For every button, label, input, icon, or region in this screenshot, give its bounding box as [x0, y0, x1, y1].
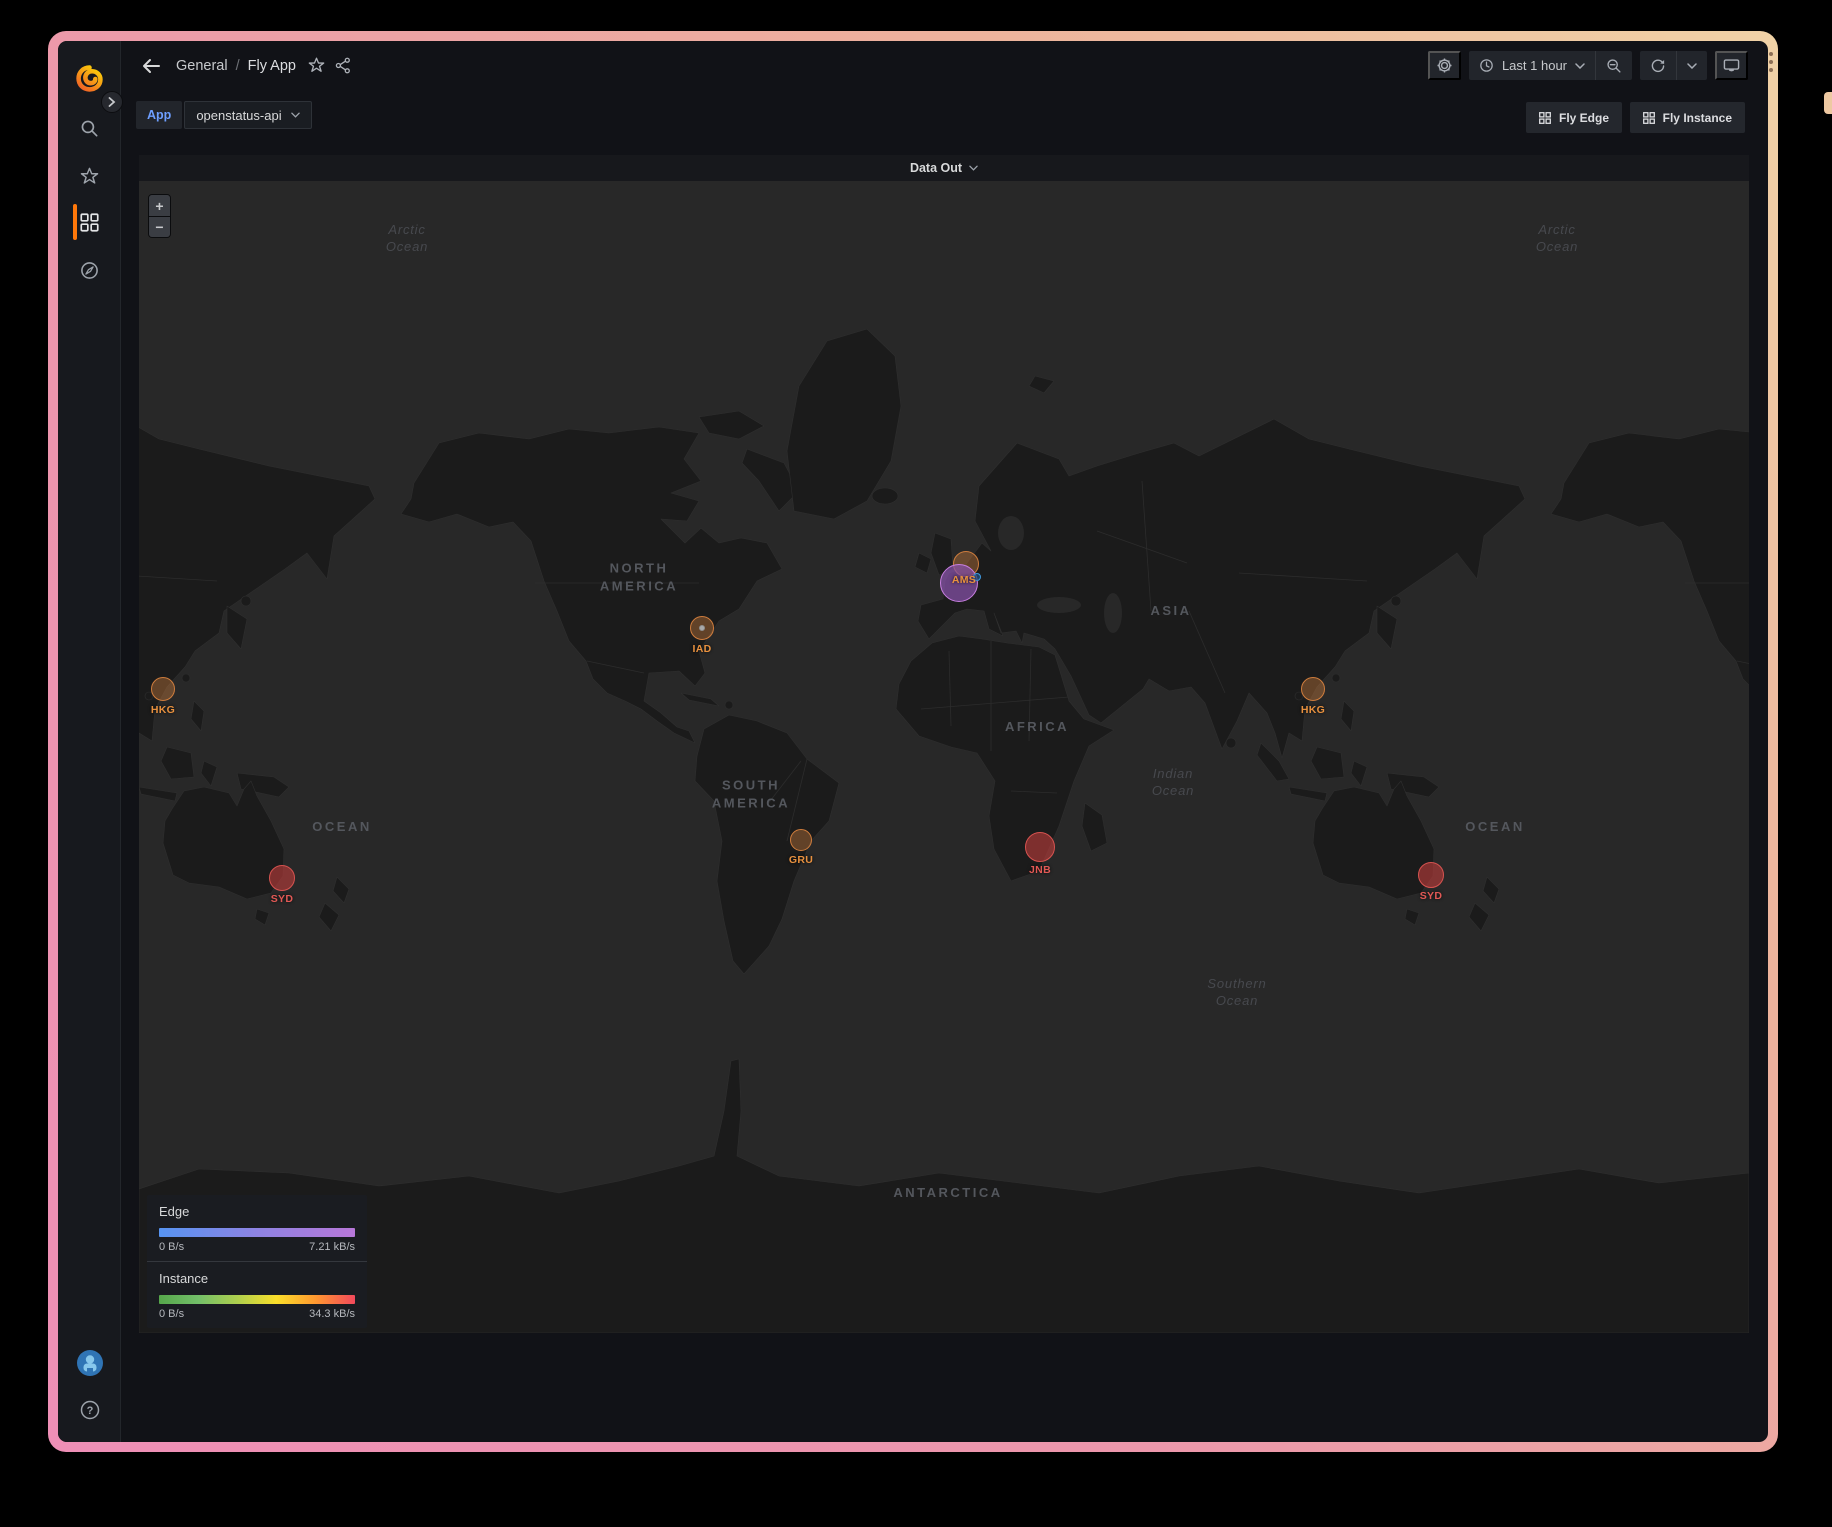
tv-mode-button[interactable]	[1715, 51, 1748, 80]
sidebar-item-starred[interactable]	[58, 154, 121, 198]
legend-edge-section: Edge 0 B/s 7.21 kB/s	[147, 1195, 367, 1261]
sidebar: ?	[58, 41, 121, 1442]
star-icon	[308, 57, 325, 74]
breadcrumb-folder[interactable]: General	[176, 58, 228, 74]
top-navbar: General / Fly App	[122, 41, 1768, 90]
map-zoom-in-button[interactable]: +	[149, 195, 170, 216]
panel-title: Data Out	[910, 161, 962, 175]
map-marker[interactable]	[973, 573, 981, 581]
chevron-down-icon	[1575, 63, 1585, 69]
zoom-out-icon	[1606, 58, 1622, 74]
monitor-icon	[1723, 57, 1740, 74]
dashboard-title: Fly App	[248, 58, 296, 74]
favorite-dashboard-button[interactable]	[308, 57, 325, 74]
sidebar-item-explore[interactable]	[58, 248, 121, 292]
dashboards-icon	[80, 213, 99, 232]
grid-icon	[1539, 112, 1551, 124]
legend-edge-gradient	[159, 1228, 355, 1237]
map-marker[interactable]	[699, 625, 705, 631]
world-map	[139, 181, 1749, 1333]
border-dot	[1769, 52, 1773, 56]
explore-compass-icon	[80, 261, 99, 280]
share-dashboard-button[interactable]	[335, 57, 352, 74]
search-icon	[80, 119, 99, 138]
fly-edge-label: Fly Edge	[1559, 111, 1609, 125]
legend-edge-max: 7.21 kB/s	[309, 1241, 355, 1253]
active-indicator	[73, 204, 77, 240]
chevron-right-icon	[108, 97, 116, 107]
legend-instance-max: 34.3 kB/s	[309, 1308, 355, 1320]
chevron-down-icon	[1687, 63, 1697, 69]
refresh-interval-dropdown[interactable]	[1676, 51, 1707, 80]
gear-icon	[1436, 57, 1453, 74]
window-content: ? General / Fly App	[58, 41, 1768, 1442]
map-marker-jnb[interactable]	[1025, 832, 1055, 862]
fly-instance-link-button[interactable]: Fly Instance	[1630, 102, 1745, 133]
legend-edge-min: 0 B/s	[159, 1241, 184, 1253]
fly-edge-link-button[interactable]: Fly Edge	[1526, 102, 1622, 133]
variable-label: App	[136, 101, 182, 129]
time-controls: Last 1 hour	[1469, 51, 1632, 80]
breadcrumb-separator: /	[236, 58, 240, 74]
star-icon	[80, 167, 99, 186]
clock-icon	[1479, 58, 1494, 73]
time-range-label: Last 1 hour	[1502, 58, 1567, 73]
grafana-logo-icon	[76, 65, 103, 92]
back-button[interactable]	[136, 51, 166, 81]
time-range-picker[interactable]: Last 1 hour	[1469, 51, 1595, 80]
map-marker-ams[interactable]	[940, 564, 978, 602]
legend-instance-min: 0 B/s	[159, 1308, 184, 1320]
svg-text:?: ?	[86, 1405, 93, 1417]
map-marker-syd[interactable]	[269, 865, 295, 891]
variable-value-dropdown[interactable]: openstatus-api	[184, 101, 311, 129]
chevron-down-icon	[291, 112, 300, 118]
sidebar-user-avatar[interactable]	[58, 1341, 121, 1385]
sidebar-item-help[interactable]: ?	[58, 1388, 121, 1432]
variable-value: openstatus-api	[196, 108, 281, 123]
breadcrumb: General / Fly App	[176, 58, 296, 74]
refresh-controls	[1640, 51, 1707, 80]
app-window: ? General / Fly App	[48, 31, 1778, 1452]
map-marker-hkg[interactable]	[151, 677, 175, 701]
map-zoom-out-button[interactable]: −	[149, 216, 170, 237]
refresh-icon	[1650, 58, 1666, 74]
border-dot	[1769, 60, 1773, 64]
map-marker-hkg[interactable]	[1301, 677, 1325, 701]
dashboard-settings-button[interactable]	[1428, 51, 1461, 80]
time-zoom-out-button[interactable]	[1595, 51, 1632, 80]
grid-icon	[1643, 112, 1655, 124]
help-icon: ?	[79, 1399, 101, 1421]
sidebar-expand-button[interactable]	[101, 91, 123, 113]
map-marker-gru[interactable]	[790, 829, 812, 851]
map-zoom-controls: + −	[148, 194, 171, 238]
border-dot	[1769, 68, 1773, 72]
fly-instance-label: Fly Instance	[1663, 111, 1732, 125]
sidebar-item-dashboards[interactable]	[58, 200, 121, 244]
chevron-down-icon	[969, 165, 978, 171]
legend-instance-title: Instance	[159, 1271, 355, 1286]
variables-row: App openstatus-api Fly Edge	[122, 90, 1768, 142]
geomap-panel: Data Out	[139, 155, 1749, 1333]
background-window-sliver	[1824, 92, 1832, 114]
map-legend: Edge 0 B/s 7.21 kB/s Instance 0 B/s 34.3…	[147, 1195, 367, 1328]
avatar-icon	[76, 1349, 104, 1377]
legend-instance-section: Instance 0 B/s 34.3 kB/s	[147, 1261, 367, 1328]
share-icon	[335, 57, 352, 74]
panel-header[interactable]: Data Out	[139, 155, 1749, 181]
legend-edge-title: Edge	[159, 1204, 355, 1219]
arrow-left-icon	[141, 57, 161, 75]
map-marker-syd[interactable]	[1418, 862, 1444, 888]
map-canvas[interactable]: + − Arctic OceanArctic OceanNORTH AMERIC…	[139, 181, 1749, 1333]
legend-instance-gradient	[159, 1295, 355, 1304]
refresh-button[interactable]	[1640, 51, 1676, 80]
